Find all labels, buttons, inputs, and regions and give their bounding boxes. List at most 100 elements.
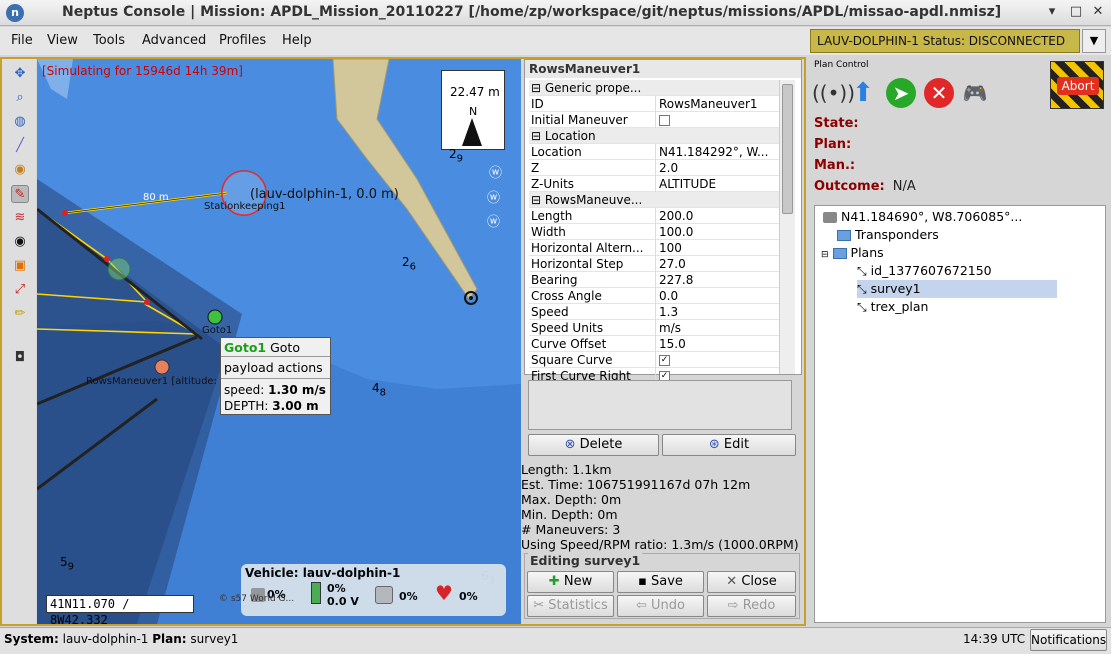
property-value[interactable]: ALTITUDE [655,176,779,192]
layers-icon[interactable]: ≋ [11,209,29,227]
eye-icon[interactable]: ◉ [11,233,29,251]
close-window-button[interactable]: ✕ [1090,4,1106,20]
property-row[interactable]: Curve Offset 15.0 [529,336,779,352]
property-row[interactable]: Width 100.0 [529,224,779,240]
menu-help[interactable]: Help [282,33,312,48]
expand-icon[interactable]: ⤢ [11,281,29,299]
maximize-button[interactable]: □ [1068,4,1084,20]
abort-button[interactable]: Abort [1050,61,1104,109]
notifications-button[interactable]: Notifications [1030,629,1107,651]
delete-button[interactable]: ⊗ Delete [528,434,659,456]
lock-icon[interactable]: ▣ [11,257,29,275]
stationkeeping-label[interactable]: Stationkeeping1 [204,201,285,212]
property-key: Location [531,145,582,159]
property-value[interactable]: 227.8 [655,272,779,288]
undo-button[interactable]: ⇦ Undo [617,595,704,617]
property-value[interactable]: N41.184292°, W... [655,144,779,160]
send-plan-icon[interactable]: ⬆ [848,78,878,108]
property-section[interactable]: ⊟ Generic prope... [529,80,779,96]
property-section[interactable]: ⊟ Location [529,128,779,144]
stop-plan-icon[interactable]: ✕ [924,78,954,108]
property-value[interactable]: ✓ [655,352,779,368]
menu-profiles[interactable]: Profiles [219,33,266,48]
redo-button[interactable]: ⇨ Redo [707,595,796,617]
vehicle-label: (lauv-dolphin-1, 0.0 m) [250,187,399,202]
edit-button[interactable]: ⊛ Edit [662,434,796,456]
property-value[interactable]: 2.0 [655,160,779,176]
property-row[interactable]: Bearing 227.8 [529,272,779,288]
property-value[interactable] [655,112,779,128]
goto-label[interactable]: Goto1 [202,325,232,336]
new-button[interactable]: ✚ New [527,571,614,593]
tree-transponders[interactable]: Transponders [837,226,939,244]
property-value[interactable]: m/s [655,320,779,336]
minimize-button[interactable]: ▾ [1044,4,1060,20]
properties-scrollbar[interactable] [779,80,795,374]
property-value[interactable]: 100.0 [655,224,779,240]
battery-voltage: 0.0 V [327,595,359,608]
wreck-icon: ⓦ [487,191,501,206]
property-key: Length [531,209,573,223]
property-row[interactable]: Z-Units ALTITUDE [529,176,779,192]
property-row[interactable]: Length 200.0 [529,208,779,224]
globe-icon[interactable]: ◍ [11,113,29,131]
menu-file[interactable]: File [11,33,33,48]
tree-plan-item[interactable]: ⤡ trex_plan [857,298,928,316]
pin-icon[interactable]: ◉ [11,161,29,179]
statistics-button[interactable]: ✂ Statistics [527,595,614,617]
property-value[interactable]: 1.3 [655,304,779,320]
maneuver-tooltip: Goto1 Goto payload actions speed: 1.30 m… [220,337,331,415]
rows-maneuver-label[interactable]: RowsManeuver1 [altitude: 2 [86,376,227,387]
property-row[interactable]: Cross Angle 0.0 [529,288,779,304]
pencil-icon[interactable]: ✏ [11,305,29,323]
property-value[interactable]: 100 [655,240,779,256]
property-row[interactable]: Speed Units m/s [529,320,779,336]
menu-view[interactable]: View [47,33,78,48]
save-button[interactable]: ▪ Save [617,571,704,593]
menu-tools[interactable]: Tools [93,33,125,48]
acoustic-icon[interactable]: ((•)) [812,78,855,108]
property-row[interactable]: Initial Maneuver [529,112,779,128]
system-selector[interactable]: LAUV-DOLPHIN-1 Status: DISCONNECTED [810,29,1080,53]
property-section[interactable]: ⊟ RowsManeuve... [529,192,779,208]
collapse-icon[interactable]: ⊟ [821,250,829,260]
property-checkbox[interactable]: ✓ [659,355,670,366]
zoom-icon[interactable]: ⌕ [11,89,29,107]
move-icon[interactable]: ✥ [11,65,29,83]
tree-plan-item[interactable]: ⤡ survey1 [857,280,1057,298]
wreck-icon: ⓦ [489,166,503,181]
property-checkbox[interactable] [659,115,670,126]
maneuver-field: Man.: [814,158,856,173]
property-row[interactable]: Square Curve ✓ [529,352,779,368]
property-key: Z-Units [531,177,575,191]
tree-location[interactable]: N41.184690°, W8.706085°... [823,208,1022,226]
tree-plans[interactable]: ⊟ Plans [821,244,884,262]
property-value[interactable]: 0.0 [655,288,779,304]
tree-plan-item[interactable]: ⤡ id_1377607672150 [857,262,992,280]
home-icon [823,212,837,223]
chevron-down-icon[interactable]: ▼ [1082,29,1106,53]
depth-label: 59 [60,555,75,573]
start-plan-icon[interactable]: ➤ [886,78,916,108]
property-row[interactable]: Horizontal Step 27.0 [529,256,779,272]
camera-icon[interactable]: ◘ [11,349,29,367]
undo-icon: ⇦ [635,598,647,613]
map-view[interactable]: [Simulating for 15946d 14h 39m] 22.47 m … [37,59,521,624]
property-key: Cross Angle [531,289,602,303]
maneuver-description-box[interactable] [528,380,792,430]
property-row[interactable]: Speed 1.3 [529,304,779,320]
property-row[interactable]: Horizontal Altern... 100 [529,240,779,256]
property-row[interactable]: ID RowsManeuver1 [529,96,779,112]
property-row[interactable]: Z 2.0 [529,160,779,176]
menu-advanced[interactable]: Advanced [142,33,206,48]
property-value[interactable]: 200.0 [655,208,779,224]
property-row[interactable]: Location N41.184292°, W... [529,144,779,160]
property-value[interactable]: 15.0 [655,336,779,352]
scroll-thumb[interactable] [782,84,793,214]
close-button[interactable]: ✕ Close [707,571,796,593]
plan-edit-icon[interactable]: ✎ [11,185,29,203]
property-value[interactable]: RowsManeuver1 [655,96,779,112]
property-value[interactable]: 27.0 [655,256,779,272]
teleoperation-icon[interactable]: 🎮 [960,78,990,108]
ruler-icon[interactable]: ╱ [11,137,29,155]
